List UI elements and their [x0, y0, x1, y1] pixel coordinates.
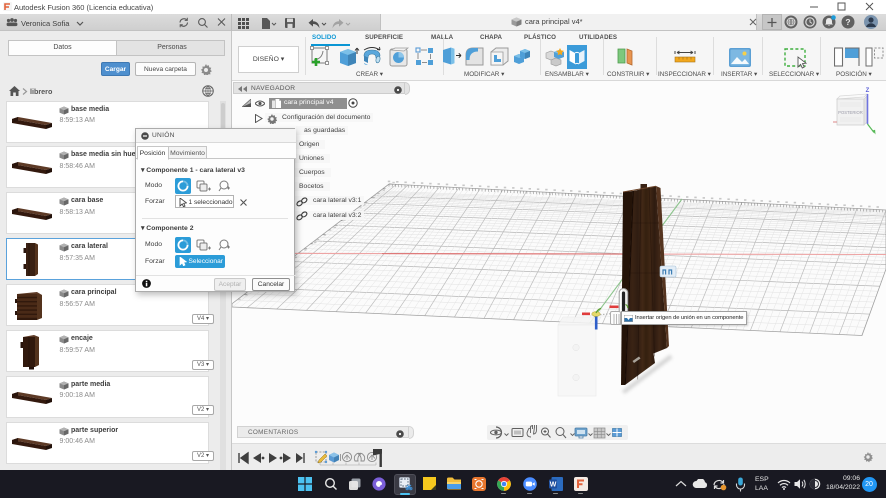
svg-text:POSTERIOR: POSTERIOR: [838, 110, 863, 115]
svg-text:Z: Z: [866, 88, 870, 94]
svg-text:W: W: [550, 481, 557, 488]
svg-text:?: ?: [845, 17, 850, 27]
